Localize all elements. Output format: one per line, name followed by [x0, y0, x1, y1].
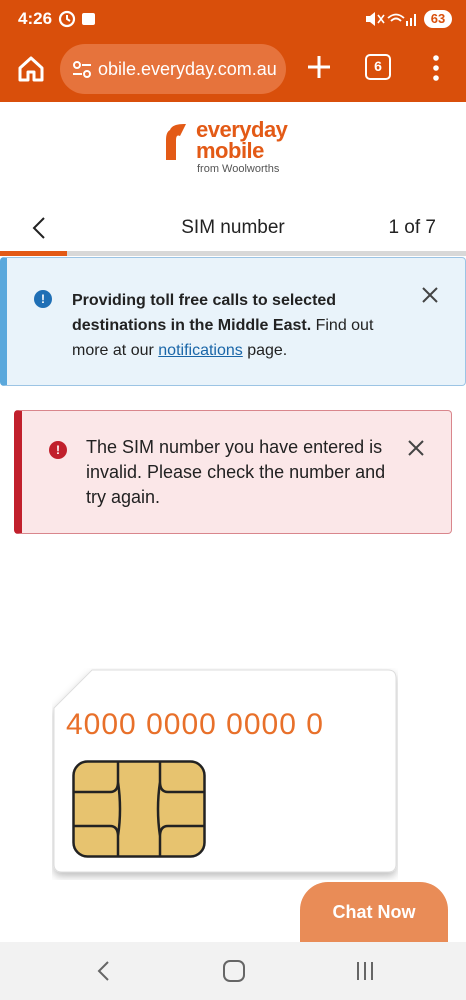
more-menu-icon[interactable] [428, 52, 444, 84]
system-nav-bar [0, 942, 466, 1000]
nav-back-icon[interactable] [96, 960, 112, 982]
step-header: SIM number 1 of 7 [0, 200, 466, 254]
info-bold-text: Providing toll free calls to selected de… [72, 292, 337, 334]
sync-icon [58, 10, 95, 28]
new-tab-icon[interactable] [302, 50, 336, 84]
logo-line-2: mobile [196, 138, 264, 163]
error-message: The SIM number you have entered is inval… [86, 437, 386, 507]
status-time: 4:26 [18, 9, 53, 28]
logo-mark-icon [166, 124, 186, 160]
chat-now-button[interactable]: Chat Now [300, 882, 448, 944]
tab-switcher-button[interactable]: 6 [365, 54, 391, 80]
close-icon[interactable] [421, 286, 439, 304]
home-icon[interactable] [14, 52, 48, 86]
info-message: Providing toll free calls to selected de… [72, 288, 402, 363]
info-banner: ! Providing toll free calls to selected … [0, 257, 466, 386]
step-progress-bar [0, 251, 466, 256]
info-text-after-link: page. [242, 342, 288, 359]
sim-number-display: 4000 0000 0000 0 [66, 708, 324, 741]
nav-home-icon[interactable] [223, 960, 245, 982]
info-icon: ! [34, 290, 52, 308]
sim-chip-icon [72, 760, 206, 858]
signal-wifi-icons [366, 12, 416, 26]
site-settings-icon[interactable] [72, 59, 92, 79]
logo-line-3: from Woolworths [197, 163, 280, 175]
notifications-link[interactable]: notifications [158, 342, 243, 359]
error-icon: ! [49, 441, 67, 459]
browser-toolbar: obile.everyday.com.au 6 [0, 38, 466, 102]
step-counter: 1 of 7 [388, 217, 436, 238]
step-progress-fill [0, 251, 67, 256]
url-text: obile.everyday.com.au [98, 59, 277, 79]
close-icon[interactable] [407, 439, 425, 457]
url-bar[interactable]: obile.everyday.com.au [60, 44, 286, 94]
status-bar: 4:26 63 [0, 0, 466, 38]
nav-recents-icon[interactable] [355, 960, 375, 982]
error-banner: ! The SIM number you have entered is inv… [14, 410, 452, 534]
battery-indicator: 63 [424, 10, 452, 28]
everyday-mobile-logo[interactable]: everyday mobile from Woolworths [164, 118, 314, 180]
